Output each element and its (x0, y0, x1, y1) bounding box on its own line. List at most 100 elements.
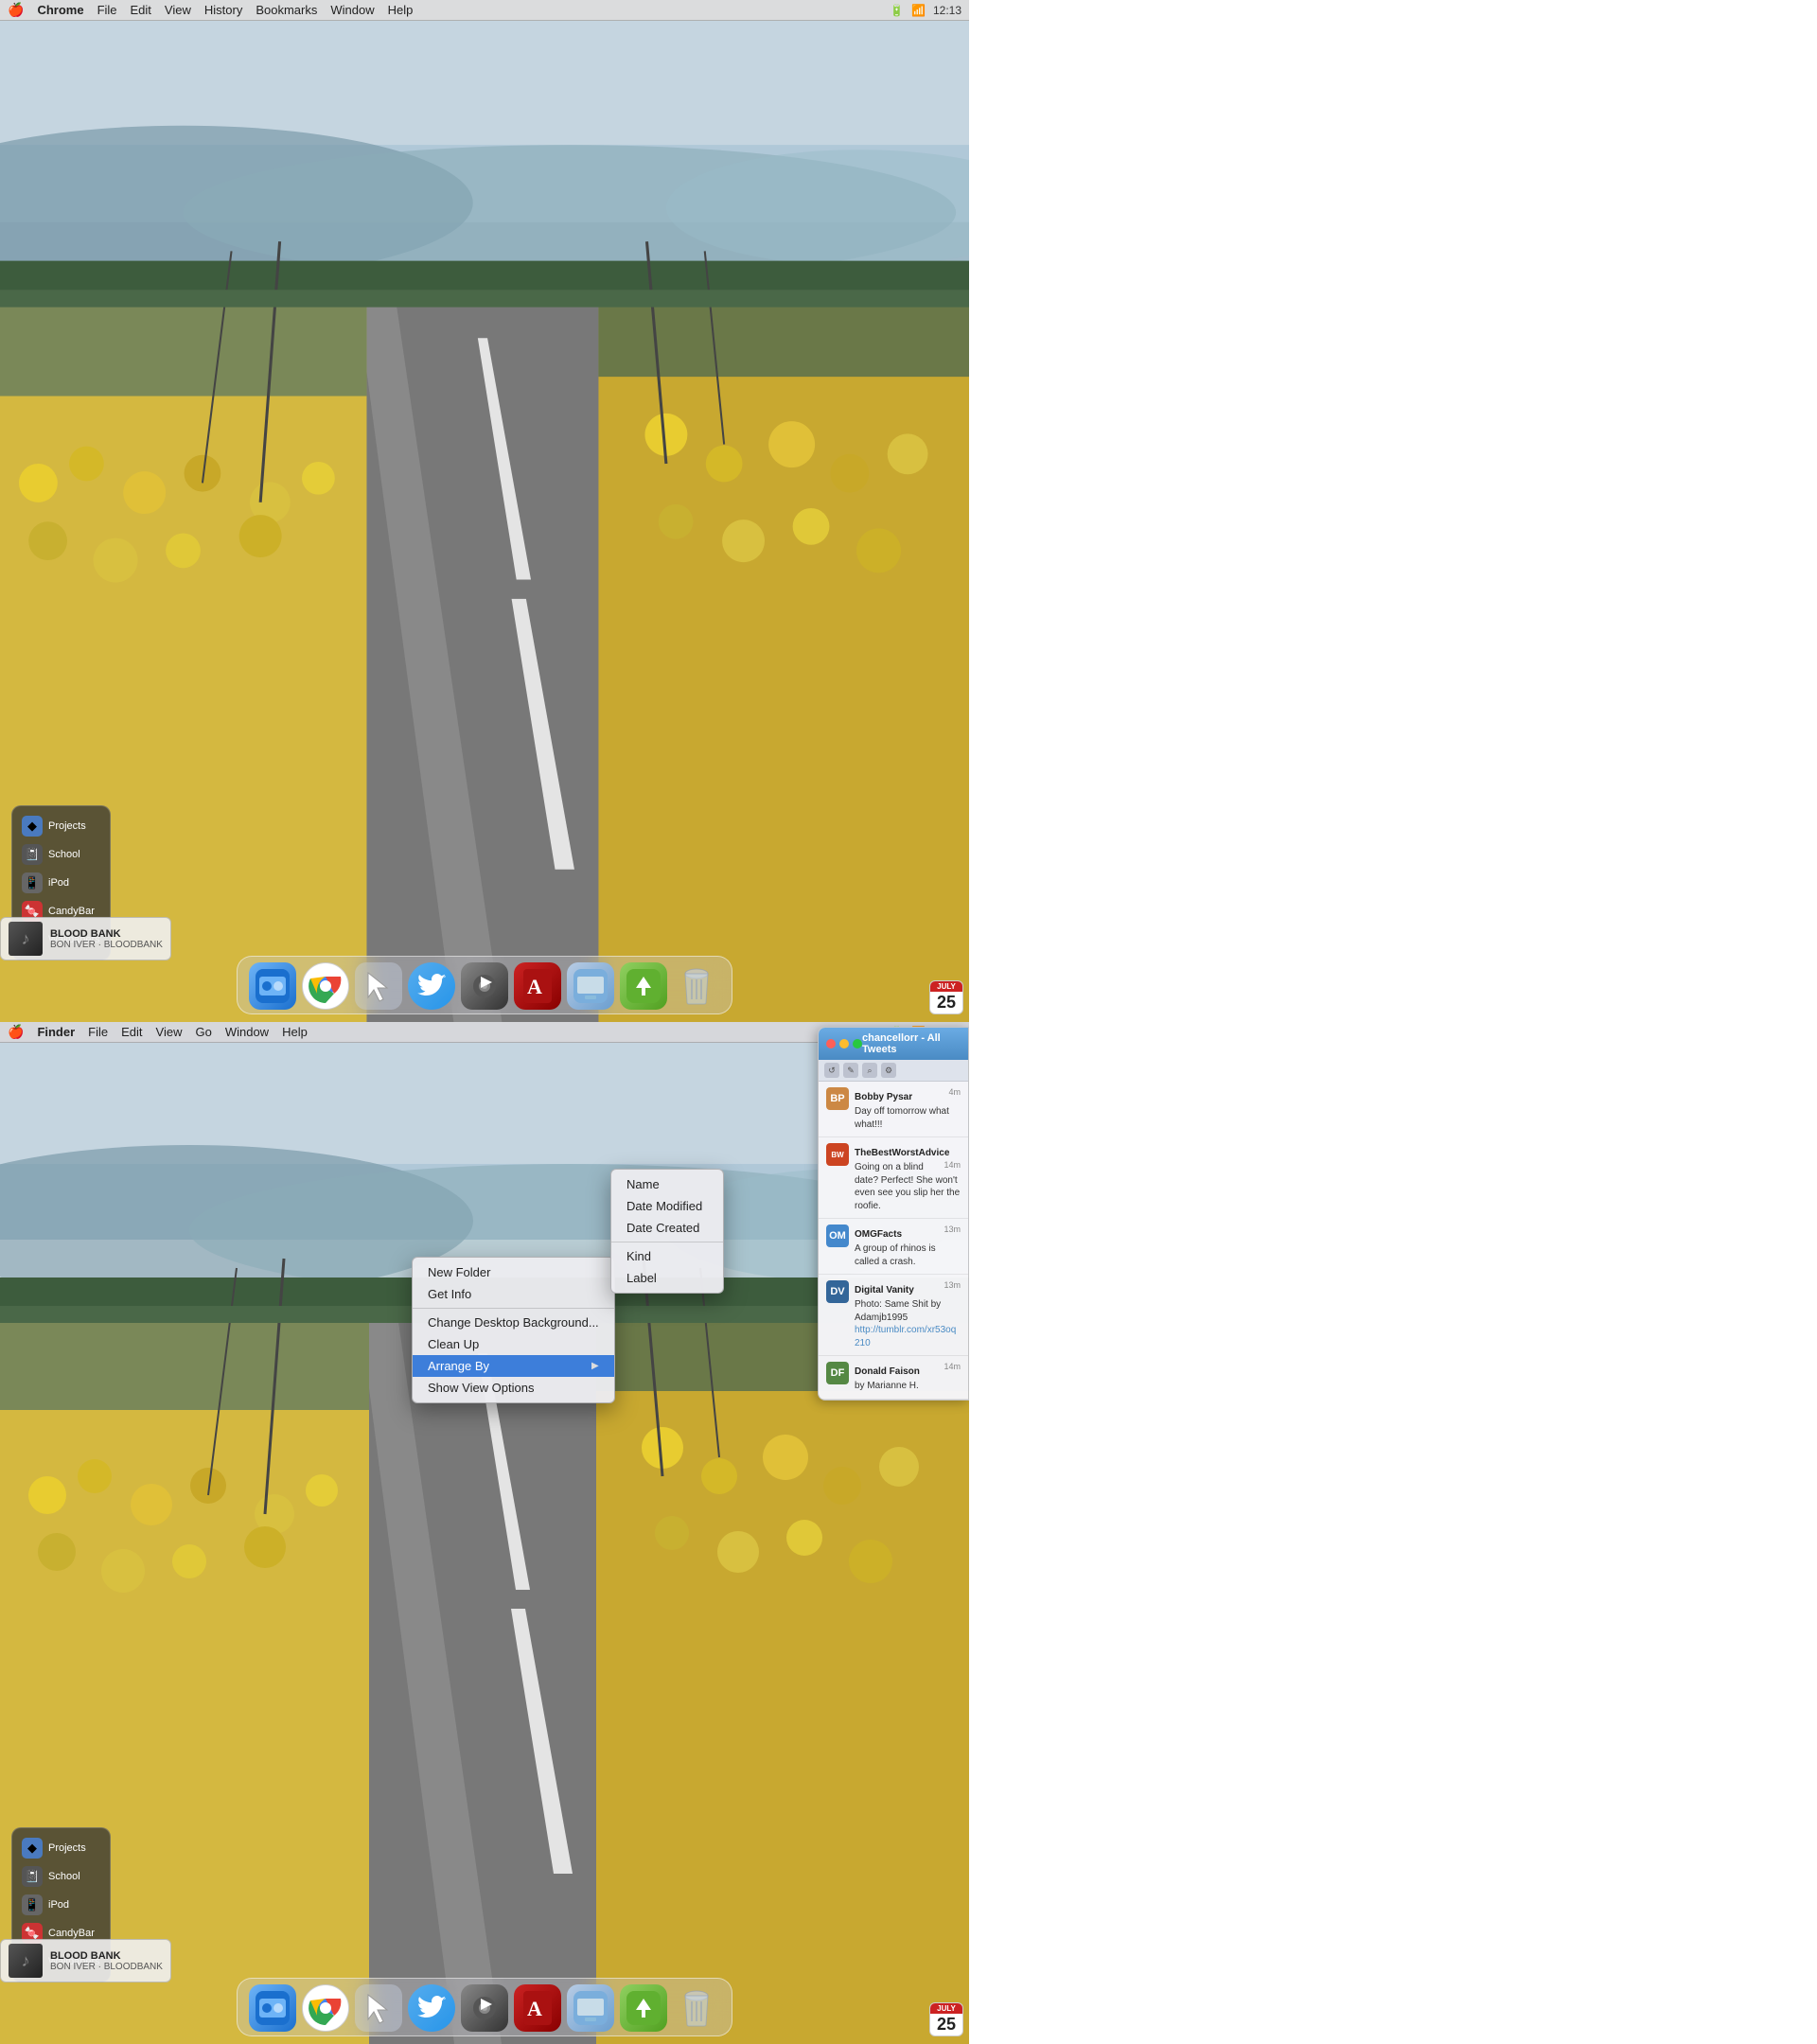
tweet-body-1: Bobby Pysar 4m Day off tomorrow what wha… (855, 1087, 961, 1131)
tweet-name-3: OMGFacts (855, 1229, 902, 1240)
app-name-2: Finder (37, 1025, 75, 1039)
stack-item-projects[interactable]: ◆ Projects (18, 814, 104, 838)
menubar: 🍎 Chrome File Edit View History Bookmark… (0, 0, 969, 21)
dock2-chrome[interactable] (302, 1984, 349, 2032)
calendar-widget-2: JULY 25 (929, 2002, 963, 2036)
finder-icon (249, 962, 296, 1010)
sub-label[interactable]: Label (611, 1267, 723, 1289)
dock-finder[interactable] (249, 962, 296, 1010)
ctx-change-desktop[interactable]: Change Desktop Background... (413, 1312, 614, 1333)
dock-itunes[interactable] (461, 962, 508, 1010)
dock: A (237, 956, 732, 1014)
trash-icon-2 (673, 1984, 720, 2032)
dock2-twitter[interactable] (408, 1984, 455, 2032)
twitter-maximize-button[interactable] (853, 1039, 862, 1048)
tweet-text-3: A group of rhinos is called a crash. (855, 1242, 961, 1268)
apple-menu-icon[interactable]: 🍎 (8, 2, 24, 18)
tweet-name-1: Bobby Pysar (855, 1092, 912, 1102)
tweet-avatar-5: DF (826, 1362, 849, 1384)
sub-name[interactable]: Name (611, 1173, 723, 1195)
menu-edit[interactable]: Edit (131, 3, 151, 17)
stack-item-school[interactable]: 📓 School (18, 842, 104, 867)
candybar-label-2: CandyBar (48, 1928, 95, 1939)
menu-history[interactable]: History (204, 3, 242, 17)
apple-menu-icon-2[interactable]: 🍎 (8, 1024, 24, 1040)
osx-icon-2 (567, 1984, 614, 2032)
menu2-file[interactable]: File (88, 1025, 108, 1039)
stack2-item-projects[interactable]: ◆ Projects (18, 1836, 104, 1860)
ctx-get-info[interactable]: Get Info (413, 1283, 614, 1305)
tweet-name-4: Digital Vanity (855, 1285, 914, 1295)
dock-cursor[interactable] (355, 962, 402, 1010)
ctx-arrange-by[interactable]: Arrange By ▶ (413, 1355, 614, 1377)
stack-item-ipod[interactable]: 📱 iPod (18, 871, 104, 895)
dock-chrome[interactable] (302, 962, 349, 1010)
ipod-icon-2: 📱 (22, 1894, 43, 1915)
dock-acrobat[interactable]: A (514, 962, 561, 1010)
tweet-link-4[interactable]: http://tumblr.com/xr53oq210 (855, 1325, 956, 1348)
twitter-close-button[interactable] (826, 1039, 836, 1048)
dock2-finder[interactable] (249, 1984, 296, 2032)
tweet-time-3: 13m (944, 1225, 961, 1234)
dock2-itunes[interactable] (461, 1984, 508, 2032)
dock2-trash[interactable] (673, 1984, 720, 2032)
menu-help[interactable]: Help (388, 3, 414, 17)
tweet-avatar-4: DV (826, 1280, 849, 1303)
ctx-clean-up[interactable]: Clean Up (413, 1333, 614, 1355)
dock2-osx[interactable] (567, 1984, 614, 2032)
menubar2-left: 🍎 Finder File Edit View Go Window Help (8, 1024, 308, 1040)
tweet-text-1: Day off tomorrow what what!!! (855, 1105, 961, 1131)
dock2-cursor[interactable] (355, 1984, 402, 2032)
school-icon-2: 📓 (22, 1866, 43, 1887)
menu2-edit[interactable]: Edit (121, 1025, 142, 1039)
menu-bookmarks[interactable]: Bookmarks (256, 3, 317, 17)
tweet-5: DF Donald Faison 14m by Marianne H. (819, 1356, 968, 1400)
itunes-album-art-2: ♪ (9, 1944, 43, 1978)
cal-day: 25 (930, 992, 962, 1013)
ctx-new-folder[interactable]: New Folder (413, 1261, 614, 1283)
tweet-time-5: 14m (944, 1362, 961, 1371)
itunes-info: BLOOD BANK BON IVER · BLOODBANK (50, 928, 163, 950)
osx-icon (567, 962, 614, 1010)
dock-download[interactable] (620, 962, 667, 1010)
menu-view[interactable]: View (165, 3, 191, 17)
svg-text:A: A (527, 975, 542, 998)
stack2-item-ipod[interactable]: 📱 iPod (18, 1893, 104, 1917)
sub-kind[interactable]: Kind (611, 1245, 723, 1267)
twitter-refresh-button[interactable]: ↺ (824, 1063, 839, 1078)
dock-trash[interactable] (673, 962, 720, 1010)
menu-file[interactable]: File (97, 3, 117, 17)
tweet-1: BP Bobby Pysar 4m Day off tomorrow what … (819, 1082, 968, 1137)
twitter-compose-button[interactable]: ✎ (843, 1063, 858, 1078)
menu2-window[interactable]: Window (225, 1025, 269, 1039)
dock-osx[interactable] (567, 962, 614, 1010)
acrobat-icon: A (514, 962, 561, 1010)
menu-window[interactable]: Window (330, 3, 374, 17)
ipod-label: iPod (48, 877, 69, 889)
stack2-item-school[interactable]: 📓 School (18, 1864, 104, 1889)
menu2-view[interactable]: View (156, 1025, 183, 1039)
chrome-icon (302, 962, 349, 1010)
menu2-go[interactable]: Go (195, 1025, 211, 1039)
twitter-toolbar: ↺ ✎ ⌕ ⚙ (819, 1060, 968, 1082)
tweet-name-5: Donald Faison (855, 1366, 920, 1377)
ipod-icon: 📱 (22, 872, 43, 893)
twitter-icon-2 (408, 1984, 455, 2032)
twitter-window-controls (826, 1039, 862, 1048)
twitter-settings-button[interactable]: ⚙ (881, 1063, 896, 1078)
twitter-minimize-button[interactable] (839, 1039, 849, 1048)
tweet-time-2: 14m (944, 1160, 961, 1170)
dock2-download[interactable] (620, 1984, 667, 2032)
sub-date-created[interactable]: Date Created (611, 1217, 723, 1239)
ctx-show-view-options[interactable]: Show View Options (413, 1377, 614, 1399)
tweet-body-3: OMGFacts 13m A group of rhinos is called… (855, 1225, 961, 1268)
projects-label: Projects (48, 820, 86, 832)
dock2-acrobat[interactable]: A (514, 1984, 561, 2032)
tweet-time-4: 13m (944, 1280, 961, 1290)
menu2-help[interactable]: Help (282, 1025, 308, 1039)
twitter-search-button[interactable]: ⌕ (862, 1063, 877, 1078)
dock-twitter[interactable] (408, 962, 455, 1010)
submenu-arrange-by: Name Date Modified Date Created Kind Lab… (610, 1169, 724, 1294)
tweet-3: OM OMGFacts 13m A group of rhinos is cal… (819, 1219, 968, 1275)
sub-date-modified[interactable]: Date Modified (611, 1195, 723, 1217)
